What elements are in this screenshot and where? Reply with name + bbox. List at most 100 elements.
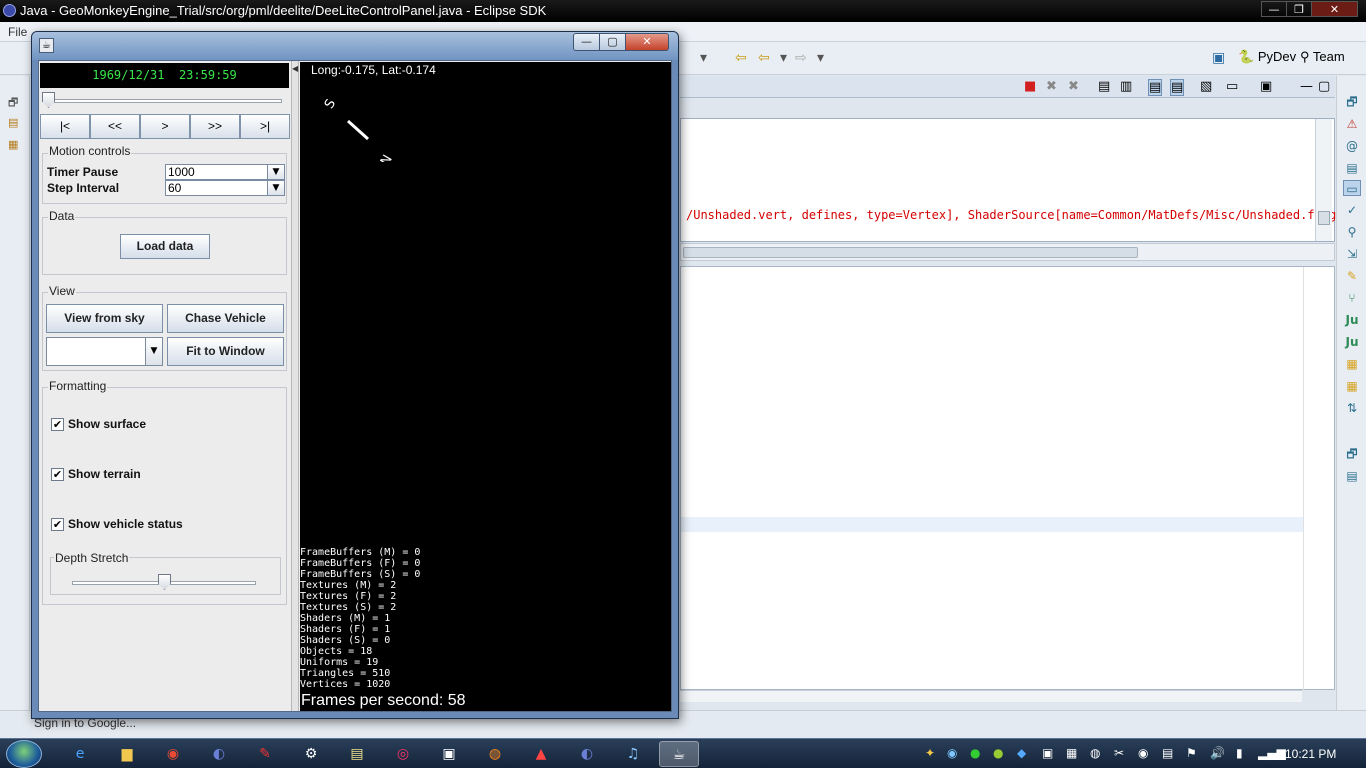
itunes-icon[interactable]: ♫ <box>613 741 653 767</box>
console-output[interactable]: /Unshaded.vert, defines, type=Vertex], S… <box>680 118 1343 242</box>
tray-icon[interactable]: ◉ <box>1138 746 1148 760</box>
firefox-icon[interactable]: ◍ <box>475 741 515 767</box>
document-app-icon[interactable]: ▣ <box>429 741 469 767</box>
back-dropdown-icon[interactable]: ▾ <box>780 50 787 66</box>
chevron-down-icon[interactable]: ▼ <box>267 181 284 195</box>
toolbar-icon[interactable]: ▾ <box>700 50 707 66</box>
eclipse-icon[interactable]: ◐ <box>199 741 239 767</box>
console-vscroll-thumb[interactable] <box>1318 211 1330 225</box>
remove-all-icon[interactable]: ✖ <box>1068 79 1079 94</box>
tray-icon[interactable]: ● <box>993 746 1003 760</box>
open-perspective-icon[interactable]: ▣ <box>1212 50 1225 66</box>
tray-icon[interactable]: ◍ <box>1090 746 1100 760</box>
git-icon[interactable]: ⑂ <box>1343 290 1361 306</box>
last-button[interactable]: >| <box>240 114 290 139</box>
show-console-stderr-icon[interactable]: ▤ <box>1170 79 1185 96</box>
battery-icon[interactable]: ▮ <box>1236 746 1243 760</box>
console-hscroll-thumb[interactable] <box>683 247 1138 258</box>
step-interval-combo[interactable]: 60 ▼ <box>165 180 285 196</box>
tray-icon[interactable]: ● <box>970 746 980 760</box>
eclipse-maximize-button[interactable]: ❐ <box>1286 1 1312 17</box>
split-pane-divider[interactable] <box>291 61 299 711</box>
show-terrain-label[interactable]: Show terrain <box>68 467 141 481</box>
show-terrain-checkbox[interactable]: ✔ <box>51 468 64 481</box>
perspective-pydev[interactable]: 🐍 PyDev <box>1238 49 1296 65</box>
tray-icon[interactable]: ▦ <box>1066 746 1077 760</box>
eclipse-close-button[interactable]: ✕ <box>1311 1 1358 17</box>
code-editor[interactable] <box>680 266 1335 691</box>
hierarchy-icon[interactable]: ▦ <box>8 138 18 151</box>
restore-icon[interactable]: 🗗 <box>1343 446 1361 462</box>
console-vertical-scrollbar[interactable] <box>1315 119 1332 241</box>
view-from-sky-button[interactable]: View from sky <box>46 304 163 333</box>
first-button[interactable]: |< <box>40 114 90 139</box>
close-button[interactable]: ✕ <box>625 33 669 51</box>
view-select-combo[interactable]: ▼ <box>46 337 163 366</box>
clear-console-icon[interactable]: ▤ <box>1098 79 1110 94</box>
show-vehicle-status-checkbox[interactable]: ✔ <box>51 518 64 531</box>
back-history-icon[interactable]: ⇦ <box>735 50 747 66</box>
restore-icon[interactable]: 🗗 <box>8 94 18 113</box>
pin-console-icon[interactable]: ▧ <box>1200 79 1212 94</box>
file-explorer-icon[interactable]: ▆ <box>107 741 147 767</box>
maximize-button[interactable]: ▢ <box>599 33 626 51</box>
time-slider-thumb[interactable] <box>42 92 55 108</box>
acrobat-icon[interactable]: ▲ <box>521 741 561 767</box>
minimize-button[interactable]: — <box>573 33 600 51</box>
chevron-down-icon[interactable]: ▼ <box>267 165 284 179</box>
junit-icon[interactable]: Ju <box>1343 334 1361 350</box>
show-surface-label[interactable]: Show surface <box>68 417 146 431</box>
tray-icon[interactable]: ◉ <box>947 746 957 760</box>
terminate-icon[interactable]: ■ <box>1024 79 1036 94</box>
tasks-icon[interactable]: ✓ <box>1343 202 1361 218</box>
search-icon[interactable]: ⚲ <box>1343 224 1361 240</box>
network-signal-icon[interactable]: ▂▄▆ <box>1258 746 1286 760</box>
remove-launch-icon[interactable]: ✖ <box>1046 79 1057 94</box>
scroll-lock-icon[interactable]: ▥ <box>1120 79 1132 94</box>
outline-icon[interactable]: ⇅ <box>1343 400 1361 416</box>
chevron-down-icon[interactable]: ▼ <box>145 338 162 365</box>
tray-icon[interactable]: ▣ <box>1042 746 1053 760</box>
restore-icon[interactable]: 🗗 <box>1343 94 1361 110</box>
fit-to-window-button[interactable]: Fit to Window <box>167 337 284 366</box>
perspective-team[interactable]: ⚲ Team <box>1300 49 1345 65</box>
taskbar-clock[interactable]: 10:21 PM <box>1285 747 1336 761</box>
forward-icon[interactable]: ⇨ <box>795 50 807 66</box>
deelite-titlebar[interactable]: ☕ — ▢ ✕ <box>32 32 678 60</box>
start-button[interactable] <box>6 740 42 768</box>
play-button[interactable]: > <box>140 114 190 139</box>
eclipse-icon[interactable]: ◐ <box>567 741 607 767</box>
back-icon[interactable]: ⇦ <box>758 50 770 66</box>
console-horizontal-scrollbar[interactable] <box>680 243 1335 261</box>
time-slider-track[interactable] <box>49 99 282 103</box>
junit-icon[interactable]: Ju <box>1343 312 1361 328</box>
outline-view-icon[interactable]: ▤ <box>1343 468 1361 484</box>
network-app-icon[interactable]: ⚙ <box>291 741 331 767</box>
minimize-view-icon[interactable]: — <box>1300 79 1313 94</box>
problems-icon[interactable]: ⚠ <box>1343 116 1361 132</box>
history-icon[interactable]: ▦ <box>1343 378 1361 394</box>
chase-vehicle-button[interactable]: Chase Vehicle <box>167 304 284 333</box>
pin-app-icon[interactable]: ✎ <box>245 741 285 767</box>
call-hierarchy-icon[interactable]: ⇲ <box>1343 246 1361 262</box>
show-surface-checkbox[interactable]: ✔ <box>51 418 64 431</box>
open-console-icon[interactable]: ▣ <box>1260 79 1272 94</box>
declaration-icon[interactable]: ▤ <box>1343 160 1361 176</box>
tray-icon[interactable]: ✂ <box>1114 746 1124 760</box>
package-explorer-icon[interactable]: ▤ <box>8 116 18 129</box>
forward-button[interactable]: >> <box>190 114 240 139</box>
forward-dropdown-icon[interactable]: ▾ <box>817 50 824 66</box>
internet-explorer-icon[interactable]: e <box>60 741 100 767</box>
show-console-stdout-icon[interactable]: ▤ <box>1148 79 1163 96</box>
notepad-icon[interactable]: ▤ <box>337 741 377 767</box>
volume-icon[interactable]: 🔊 <box>1210 746 1225 760</box>
java-app-icon[interactable]: ☕ <box>659 741 699 767</box>
maximize-view-icon[interactable]: ▢ <box>1318 79 1330 94</box>
render-view[interactable]: Long:-0.175, Lat:-0.174 S N FrameBuffers… <box>300 62 671 711</box>
tray-icon[interactable]: ▤ <box>1162 746 1173 760</box>
dropbox-icon[interactable]: ◆ <box>1017 746 1026 760</box>
chrome-icon[interactable]: ◉ <box>153 741 193 767</box>
collapse-left-icon[interactable]: ◀ <box>292 64 298 73</box>
menu-file[interactable]: File <box>8 25 27 39</box>
timer-pause-combo[interactable]: 1000 ▼ <box>165 164 285 180</box>
